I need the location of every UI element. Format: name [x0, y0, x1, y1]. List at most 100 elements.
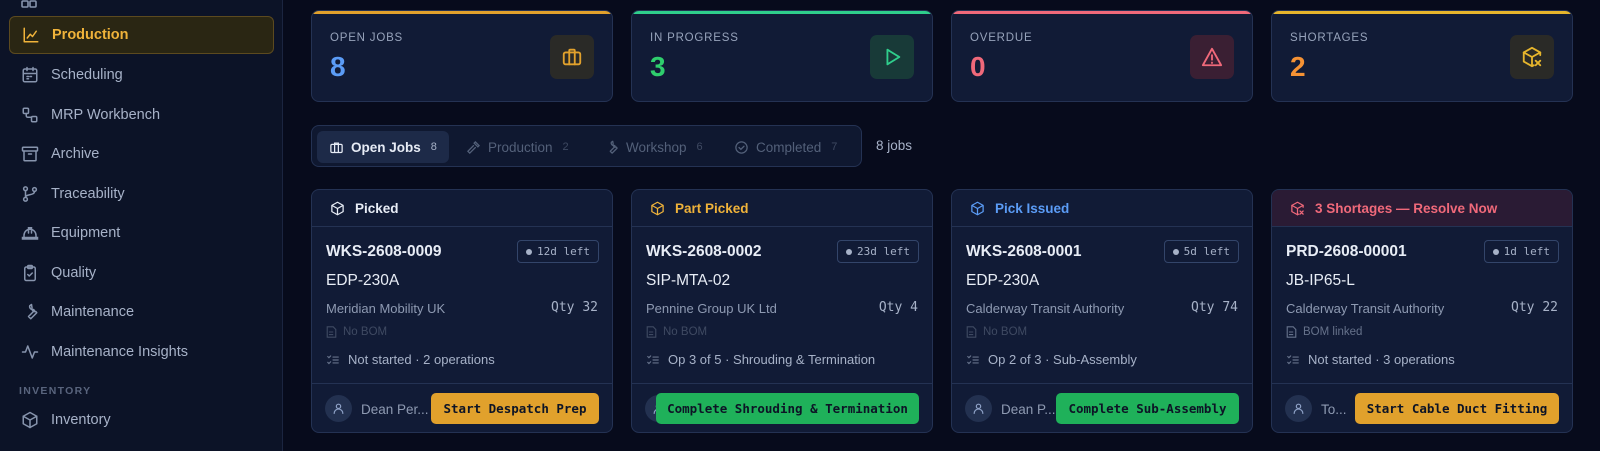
- operations-label: Op 3 of 5 · Shrouding & Termination: [668, 352, 876, 367]
- tab-label: Completed: [756, 139, 822, 155]
- sidebar-item-label: Traceability: [51, 186, 125, 202]
- tab-workshop[interactable]: Workshop 6: [592, 131, 715, 163]
- check-circle-icon: [734, 140, 749, 155]
- dot-icon: [846, 248, 853, 255]
- job-card[interactable]: 3 Shortages — Resolve Now PRD-2608-00001…: [1271, 189, 1573, 433]
- card-status-header: Part Picked: [632, 190, 932, 227]
- sidebar-item-traceability[interactable]: Traceability: [9, 175, 274, 213]
- avatar[interactable]: [965, 395, 992, 422]
- avatar[interactable]: [1285, 395, 1312, 422]
- sidebar-item-archive[interactable]: Archive: [9, 135, 274, 173]
- sidebar-item-production[interactable]: Production: [9, 16, 274, 54]
- operations-label: Op 2 of 3 · Sub-Assembly: [988, 352, 1137, 367]
- sidebar-item-mrp-workbench[interactable]: MRP Workbench: [9, 96, 274, 134]
- sidebar-item-scheduling[interactable]: Scheduling: [9, 56, 274, 94]
- sidebar-item-label: Archive: [51, 146, 100, 162]
- sidebar-item-label: Scheduling: [51, 67, 123, 83]
- list-checks-icon: [966, 353, 980, 367]
- wrench-icon: [21, 303, 39, 321]
- job-id[interactable]: WKS-2608-0009: [326, 243, 441, 261]
- briefcase-icon: [329, 140, 344, 155]
- card-footer: To... Start Cable Duct Fitting: [1272, 383, 1572, 432]
- stat-card-shortages[interactable]: SHORTAGES 2: [1271, 10, 1573, 102]
- job-card[interactable]: Pick Issued WKS-2608-0001 5d left EDP-23…: [951, 189, 1253, 433]
- quantity: Qty 32: [551, 300, 598, 315]
- package-x-icon: [1510, 35, 1554, 79]
- assignee: To...: [1321, 402, 1347, 417]
- archive-icon: [21, 145, 39, 163]
- stat-card-in-progress[interactable]: IN PROGRESS 3: [631, 10, 933, 102]
- dot-icon: [1492, 248, 1499, 255]
- file-icon: [646, 326, 657, 338]
- part-number: JB-IP65-L: [1286, 272, 1355, 289]
- time-left-badge: 5d left: [1163, 240, 1239, 263]
- calendar-icon: [21, 66, 39, 84]
- card-status-header: Pick Issued: [952, 190, 1252, 227]
- tab-completed[interactable]: Completed 7: [722, 131, 849, 163]
- bom-status: No BOM: [966, 326, 1027, 338]
- complete-shrouding-termination-button[interactable]: Complete Shrouding & Termination: [656, 393, 919, 424]
- operations-status: Not started · 3 operations: [1286, 352, 1455, 367]
- assignee: Dean Per...: [361, 402, 429, 417]
- bom-label: BOM linked: [1303, 326, 1363, 338]
- tab-count: 7: [831, 141, 838, 153]
- start-despatch-prep-button[interactable]: Start Despatch Prep: [431, 393, 599, 424]
- briefcase-icon: [550, 35, 594, 79]
- sidebar-item-inventory[interactable]: Inventory: [9, 401, 274, 439]
- sidebar-item-maintenance[interactable]: Maintenance: [9, 293, 274, 331]
- hammer-icon: [466, 140, 481, 155]
- sidebar-item-label: Inventory: [51, 412, 111, 428]
- card-footer: Dean Per... Start Despatch Prep: [312, 383, 612, 432]
- sidebar-item-equipment[interactable]: Equipment: [9, 214, 274, 252]
- git-branch-icon: [21, 185, 39, 203]
- job-id[interactable]: PRD-2608-00001: [1286, 243, 1407, 261]
- tab-label: Production: [488, 139, 553, 155]
- operations-label: Not started · 3 operations: [1308, 352, 1455, 367]
- bom-label: No BOM: [663, 326, 708, 338]
- part-number: EDP-230A: [326, 272, 400, 289]
- sidebar-item-maintenance-insights[interactable]: Maintenance Insights: [9, 333, 274, 371]
- card-status-header: Picked: [312, 190, 612, 227]
- stat-value: 2: [1290, 51, 1306, 82]
- play-icon: [870, 35, 914, 79]
- job-card[interactable]: Part Picked WKS-2608-0002 23d left SIP-M…: [631, 189, 933, 433]
- operations-status: Op 2 of 3 · Sub-Assembly: [966, 352, 1137, 367]
- complete-sub-assembly-button[interactable]: Complete Sub-Assembly: [1056, 393, 1239, 424]
- stat-accent-bar: [312, 11, 612, 14]
- package-icon: [330, 201, 345, 216]
- file-icon: [326, 326, 337, 338]
- card-status: Pick Issued: [995, 200, 1070, 216]
- customer: Meridian Mobility UK: [326, 301, 446, 316]
- grid-icon[interactable]: [21, 0, 37, 8]
- list-checks-icon: [646, 353, 660, 367]
- bom-status: No BOM: [326, 326, 387, 338]
- tab-label: Workshop: [626, 139, 687, 155]
- tab-open-jobs[interactable]: Open Jobs 8: [317, 131, 449, 163]
- tab-production[interactable]: Production 2: [454, 131, 581, 163]
- time-left: 5d left: [1183, 245, 1230, 258]
- sidebar-item-quality[interactable]: Quality: [9, 254, 274, 292]
- card-footer: Dean P... Complete Sub-Assembly: [952, 383, 1252, 432]
- time-left: 12d left: [537, 245, 590, 258]
- job-id[interactable]: WKS-2608-0002: [646, 243, 761, 261]
- card-status: 3 Shortages — Resolve Now: [1315, 200, 1498, 216]
- job-id[interactable]: WKS-2608-0001: [966, 243, 1081, 261]
- job-count: 8 jobs: [876, 138, 913, 153]
- stat-card-open-jobs[interactable]: OPEN JOBS 8: [311, 10, 613, 102]
- sidebar-item-label: Maintenance: [51, 304, 135, 320]
- stat-label: IN PROGRESS: [650, 32, 739, 44]
- sidebar-item-label: Maintenance Insights: [51, 344, 189, 360]
- stat-card-overdue[interactable]: OVERDUE 0: [951, 10, 1253, 102]
- sidebar-item-label: Quality: [51, 265, 97, 281]
- start-cable-duct-fitting-button[interactable]: Start Cable Duct Fitting: [1355, 393, 1559, 424]
- file-icon: [966, 326, 977, 338]
- package-icon: [650, 201, 665, 216]
- time-left: 1d left: [1503, 245, 1550, 258]
- job-card[interactable]: Picked WKS-2608-0009 12d left EDP-230A M…: [311, 189, 613, 433]
- avatar[interactable]: [325, 395, 352, 422]
- tab-count: 8: [430, 141, 437, 153]
- part-number: SIP-MTA-02: [646, 272, 731, 289]
- dot-icon: [1172, 248, 1179, 255]
- package-icon: [970, 201, 985, 216]
- list-checks-icon: [1286, 353, 1300, 367]
